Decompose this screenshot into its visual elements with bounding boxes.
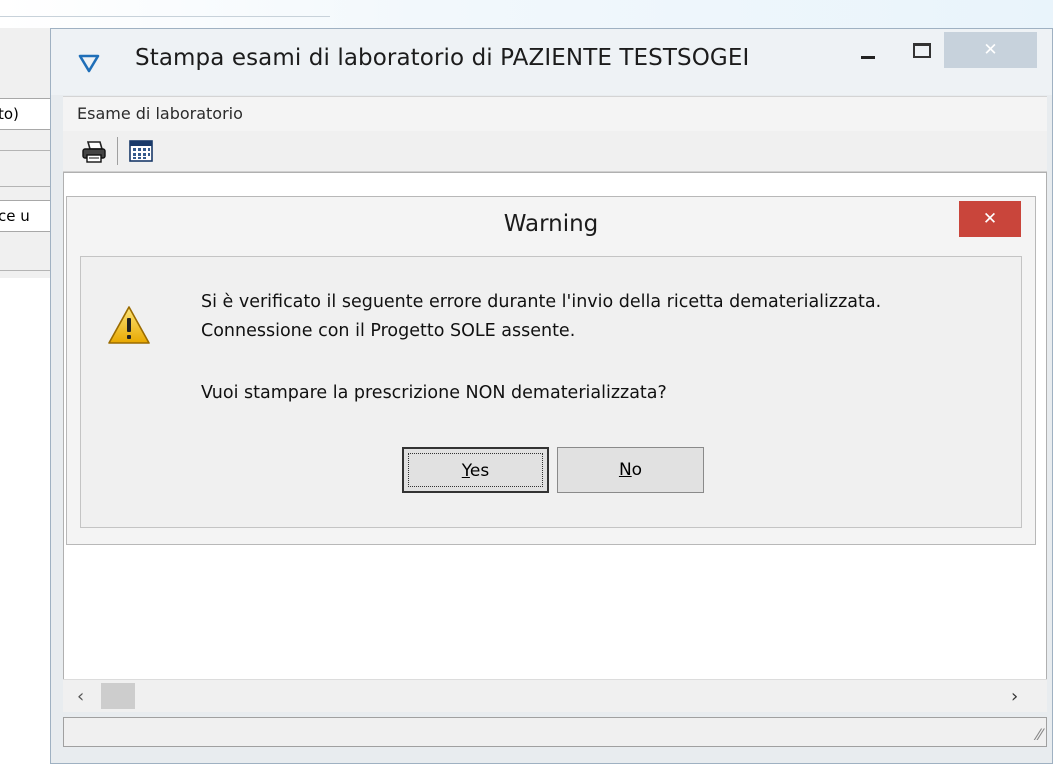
menu-item-esame-di-laboratorio[interactable]: Esame di laboratorio bbox=[77, 104, 243, 123]
resize-grip-icon[interactable]: ⁄⁄ bbox=[1037, 725, 1042, 744]
warning-icon bbox=[108, 306, 150, 344]
minimize-button[interactable] bbox=[861, 56, 875, 59]
toolbar-separator bbox=[117, 137, 118, 165]
toolbar bbox=[63, 131, 1047, 172]
window-close-button[interactable]: ✕ bbox=[944, 32, 1037, 68]
error-message-line: Si è verificato il seguente errore duran… bbox=[201, 292, 882, 312]
print-icon[interactable] bbox=[81, 140, 107, 164]
horizontal-scrollbar[interactable]: ‹ › bbox=[63, 679, 1047, 712]
dialog-title: Warning bbox=[503, 211, 599, 237]
error-message-line: Connessione con il Progetto SOLE assente… bbox=[201, 321, 576, 341]
dialog-body: Si è verificato il seguente errore duran… bbox=[80, 256, 1022, 528]
maximize-button[interactable] bbox=[913, 43, 931, 58]
yes-button-label: Yes bbox=[461, 461, 490, 481]
scroll-left-icon[interactable]: ‹ bbox=[77, 686, 84, 707]
status-bar: ⁄⁄ bbox=[63, 717, 1047, 747]
background-divider bbox=[0, 16, 330, 17]
menu-bar: Esame di laboratorio bbox=[63, 96, 1047, 132]
question-text: Vuoi stampare la prescrizione NON demate… bbox=[201, 383, 667, 403]
scrollbar-thumb[interactable] bbox=[101, 683, 135, 709]
triangle-down-icon bbox=[78, 54, 100, 73]
yes-button[interactable]: Yes bbox=[402, 447, 549, 493]
background-field[interactable]: to) bbox=[0, 98, 57, 130]
window-title: Stampa esami di laboratorio di PAZIENTE … bbox=[135, 45, 750, 71]
dialog-close-button[interactable]: ✕ bbox=[959, 201, 1021, 237]
background-field[interactable]: ce u bbox=[0, 200, 57, 232]
window-titlebar[interactable]: Stampa esami di laboratorio di PAZIENTE … bbox=[51, 29, 1052, 95]
background-titlebar bbox=[0, 0, 1053, 30]
no-button-label: No bbox=[618, 460, 643, 480]
scroll-right-icon[interactable]: › bbox=[1011, 686, 1018, 707]
calendar-icon[interactable] bbox=[129, 140, 153, 162]
warning-dialog: Warning ✕ Si è verificato il seguente er… bbox=[66, 196, 1036, 545]
no-button[interactable]: No bbox=[557, 447, 704, 493]
